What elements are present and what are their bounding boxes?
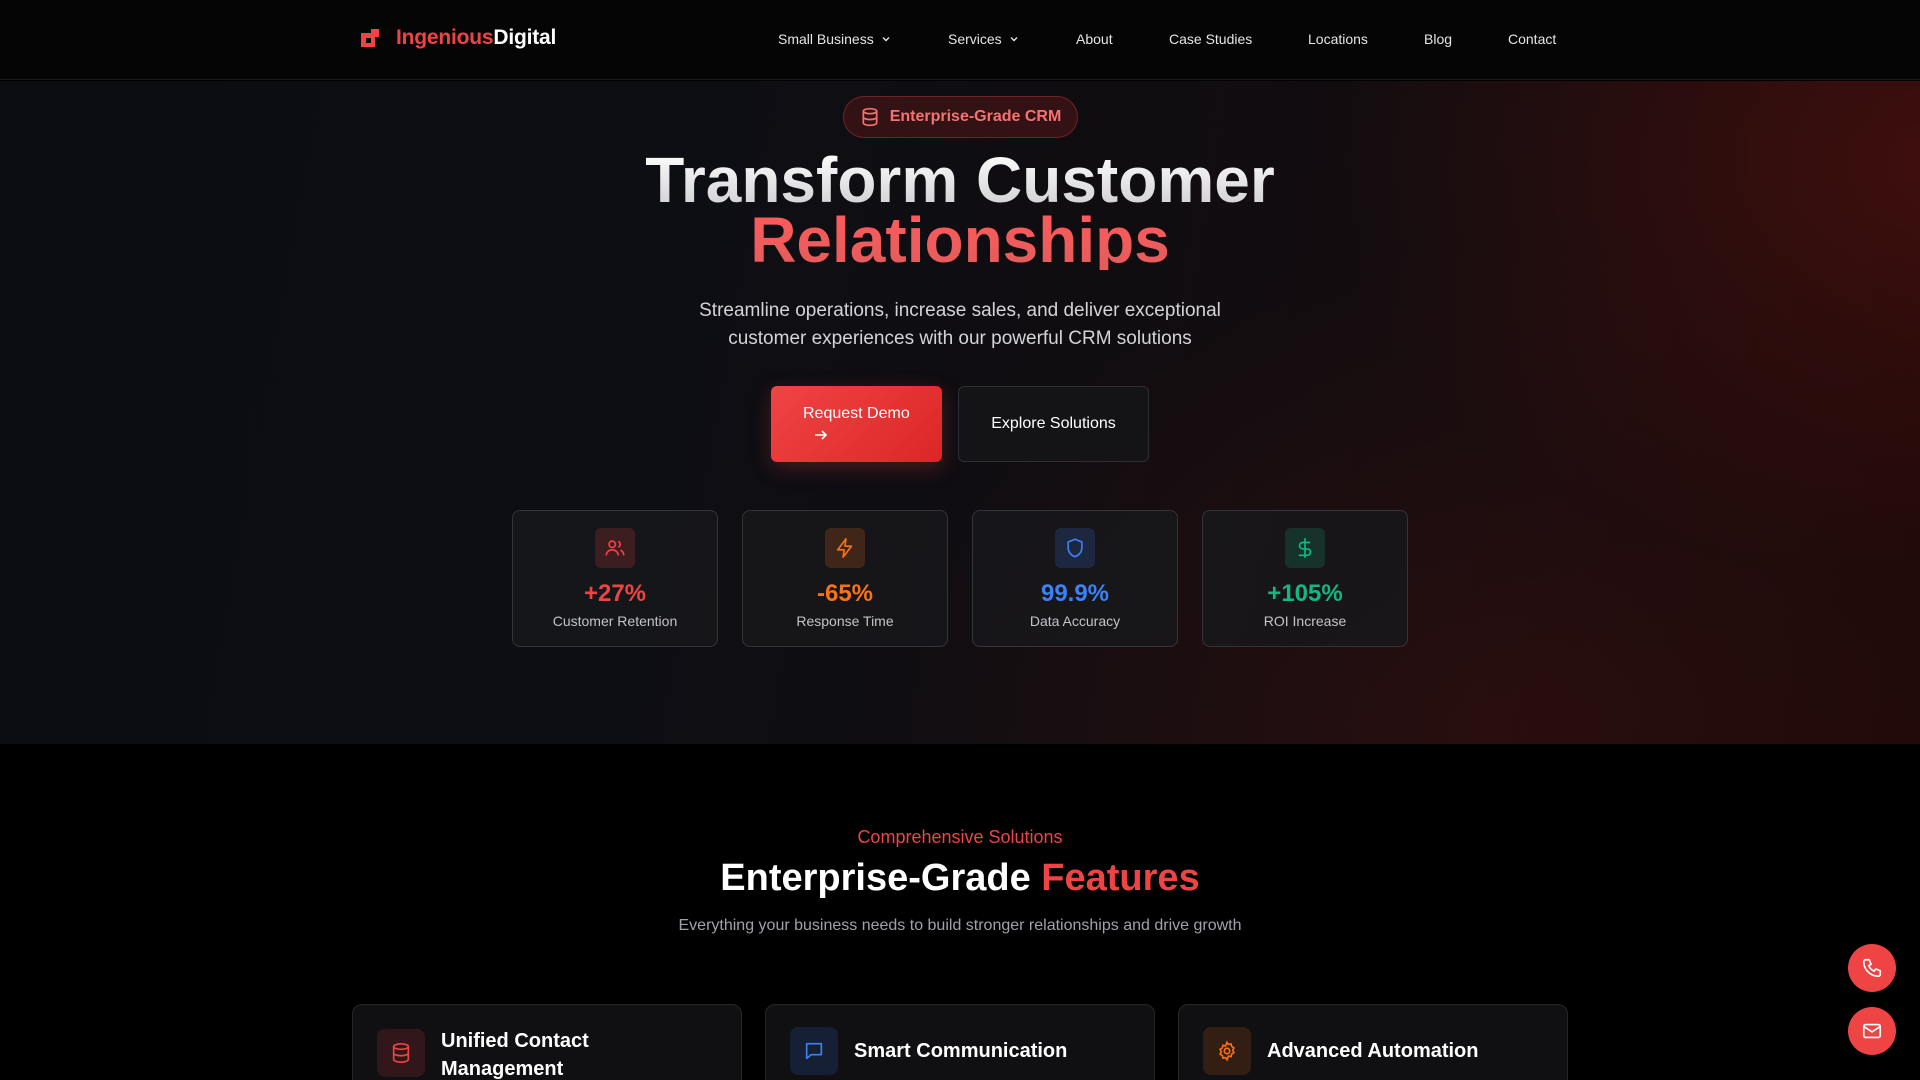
stat-card-response: -65% Response Time: [742, 510, 948, 647]
stat-card-accuracy: 99.9% Data Accuracy: [972, 510, 1178, 647]
database-icon: [377, 1029, 425, 1077]
email-button[interactable]: [1848, 1007, 1896, 1055]
features-subtitle: Everything your business needs to build …: [678, 917, 1242, 934]
stat-value: +27%: [583, 580, 647, 607]
hero-subtitle: Streamline operations, increase sales, a…: [699, 300, 1221, 349]
stat-value: +105%: [1267, 580, 1343, 607]
stat-label: Response Time: [796, 613, 894, 629]
arrow-right-icon: [815, 430, 828, 440]
nav-blog[interactable]: Blog: [1424, 31, 1452, 47]
nav-about[interactable]: About: [1076, 31, 1113, 47]
explore-solutions-button[interactable]: Explore Solutions: [958, 386, 1149, 462]
nav-case-studies[interactable]: Case Studies: [1169, 31, 1252, 47]
lightning-icon: [825, 528, 865, 568]
request-demo-button[interactable]: Request Demo: [771, 386, 942, 462]
nav-locations[interactable]: Locations: [1308, 31, 1368, 47]
nav-services[interactable]: Services: [948, 31, 1020, 47]
nav-small-business[interactable]: Small Business: [778, 31, 892, 47]
hero-badge: Enterprise-Grade CRM: [843, 96, 1078, 138]
stat-label: Customer Retention: [552, 613, 678, 629]
feature-card-contact-management[interactable]: Unified Contact Management: [352, 1004, 742, 1080]
top-navigation: IngeniousDigital Small Business Services…: [0, 0, 1920, 80]
feature-card-smart-communication[interactable]: Smart Communication: [765, 1004, 1155, 1080]
features-title: Enterprise-Grade Features: [720, 857, 1200, 899]
feature-title: Smart Communication: [854, 1040, 1068, 1062]
chevron-down-icon: [1010, 37, 1018, 42]
stat-value: -65%: [816, 580, 874, 607]
call-button[interactable]: [1848, 944, 1896, 992]
mail-icon: [1862, 1023, 1882, 1039]
hero-section: Enterprise-Grade CRM Transform Customer …: [0, 81, 1920, 744]
logo-icon: [358, 26, 382, 50]
hero-title: Transform Customer Relationships: [0, 148, 1920, 272]
database-icon: [862, 107, 878, 127]
feature-card-advanced-automation[interactable]: Advanced Automation: [1178, 1004, 1568, 1080]
stat-card-roi: +105% ROI Increase: [1202, 510, 1408, 647]
shield-icon: [1055, 528, 1095, 568]
dollar-icon: [1285, 528, 1325, 568]
features-eyebrow: Comprehensive Solutions: [857, 827, 1063, 847]
stat-label: Data Accuracy: [1029, 613, 1121, 629]
feature-title: Unified Contact Management: [441, 1030, 589, 1080]
feature-title: Advanced Automation: [1267, 1040, 1479, 1062]
brand-logo[interactable]: IngeniousDigital: [358, 26, 556, 50]
hero-title-line1: Transform Customer: [0, 148, 1920, 212]
chat-icon: [790, 1027, 838, 1075]
stat-value: 99.9%: [1040, 580, 1110, 607]
chevron-down-icon: [882, 37, 890, 42]
users-icon: [595, 528, 635, 568]
brand-name: IngeniousDigital: [396, 26, 557, 49]
hero-title-line2: Relationships: [0, 208, 1920, 272]
nav-contact[interactable]: Contact: [1508, 31, 1556, 47]
stat-label: ROI Increase: [1263, 613, 1347, 629]
phone-icon: [1862, 958, 1882, 978]
stat-card-retention: +27% Customer Retention: [512, 510, 718, 647]
gear-icon: [1203, 1027, 1251, 1075]
